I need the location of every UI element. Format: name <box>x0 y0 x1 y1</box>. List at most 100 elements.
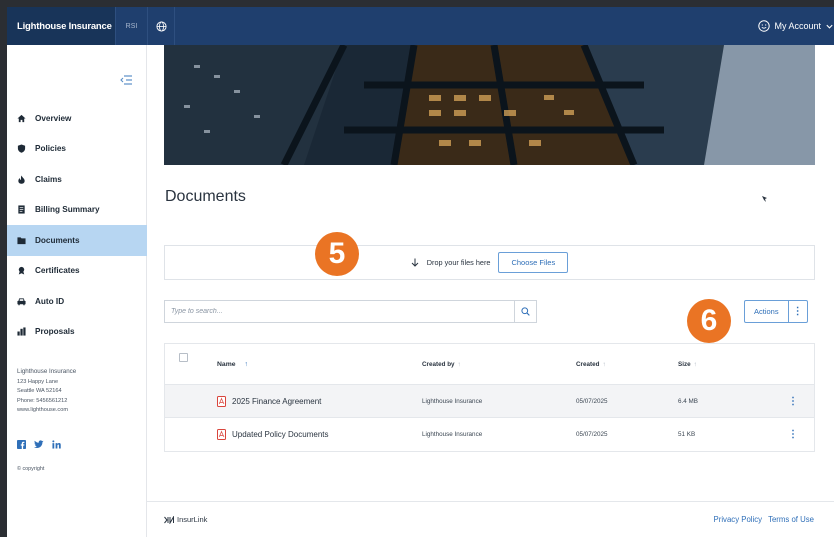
select-all-checkbox[interactable] <box>179 352 188 362</box>
column-label: Size <box>678 360 691 368</box>
cell-created-by: Lighthouse Insurance <box>422 431 483 438</box>
hero-banner-image <box>164 45 815 165</box>
sidebar-item-auto-id[interactable]: Auto ID <box>7 286 147 317</box>
cell-name[interactable]: 2025 Finance Agreement <box>217 395 422 407</box>
search-input[interactable] <box>165 301 514 322</box>
terms-of-use-link[interactable]: Terms of Use <box>768 515 814 524</box>
twitter-icon[interactable] <box>34 440 44 449</box>
chevron-down-icon <box>826 24 833 29</box>
facebook-icon[interactable] <box>17 440 26 449</box>
table-header: Name ↑ Created by ↑ Created ↑ Size ↑ <box>165 344 814 385</box>
arrow-down-icon <box>411 258 419 267</box>
cell-size: 51 KB <box>678 431 696 438</box>
footer-brand-label: InsurLink <box>177 515 208 524</box>
footer-brand[interactable]: InsurLink <box>164 515 207 524</box>
copyright-text: © copyright <box>17 466 45 472</box>
row-check-cell <box>165 418 217 451</box>
sidebar: Overview Policies Claims Billing Summary… <box>7 45 147 537</box>
sort-icon: ↑ <box>693 360 697 368</box>
column-label: Created <box>576 360 600 368</box>
column-label: Created by <box>422 360 455 368</box>
globe-icon[interactable] <box>147 7 175 45</box>
sidebar-item-label: Claims <box>35 174 62 184</box>
row-menu-icon[interactable]: ⋮ <box>778 396 808 407</box>
app-window: Lighthouse Insurance RSI My Account Over… <box>7 7 834 537</box>
dropzone-text: Drop your files here <box>426 258 491 267</box>
column-header-size[interactable]: Size ↑ <box>678 361 778 368</box>
account-menu[interactable]: My Account <box>758 7 834 45</box>
sidebar-item-certificates[interactable]: Certificates <box>7 256 147 287</box>
address-street: 123 Happy Lane <box>17 378 59 385</box>
chart-icon <box>17 327 26 336</box>
cell-size: 6.4 MB <box>678 397 698 405</box>
address-web[interactable]: www.lighthouse.com <box>17 406 76 416</box>
column-header-name[interactable]: Name ↑ <box>217 361 422 368</box>
brand-name[interactable]: Lighthouse Insurance <box>7 7 115 45</box>
more-vertical-icon[interactable]: ⋮ <box>787 301 807 322</box>
sort-asc-icon: ↑ <box>244 360 248 368</box>
document-name: 2025 Finance Agreement <box>232 396 322 406</box>
address-city: Seattle WA 52164 <box>17 388 62 394</box>
home-icon <box>17 114 26 123</box>
select-all-cell <box>165 337 217 377</box>
company-address: Lighthouse Insurance 123 Happy Lane Seat… <box>17 367 76 416</box>
privacy-policy-link[interactable]: Privacy Policy <box>714 515 763 524</box>
cell-created: 05/07/2025 <box>576 397 608 405</box>
sidebar-item-label: Auto ID <box>35 296 65 306</box>
footer-links: Privacy Policy Terms of Use <box>714 515 814 524</box>
social-links <box>17 440 61 449</box>
brand-sub-label: RSI <box>115 7 147 45</box>
footer: InsurLink Privacy Policy Terms of Use <box>147 501 834 537</box>
row-menu-icon[interactable]: ⋮ <box>778 429 808 440</box>
insurlink-logo-icon <box>164 515 174 524</box>
pdf-file-icon <box>217 429 226 440</box>
cell-created-by: Lighthouse Insurance <box>422 397 483 405</box>
column-header-created-by[interactable]: Created by ↑ <box>422 361 576 368</box>
search-bar <box>164 300 537 323</box>
sidebar-item-label: Documents <box>35 235 80 245</box>
table-row[interactable]: 2025 Finance Agreement Lighthouse Insura… <box>165 385 814 418</box>
address-company: Lighthouse Insurance <box>17 368 77 375</box>
pdf-file-icon <box>217 395 226 407</box>
actions-button[interactable]: Actions <box>745 301 788 322</box>
collapse-sidebar-icon[interactable] <box>120 75 132 85</box>
document-name: Updated Policy Documents <box>232 430 329 439</box>
step-badge-6: 6 <box>687 299 731 343</box>
sort-icon: ↑ <box>602 360 606 368</box>
sidebar-item-overview[interactable]: Overview <box>7 103 147 134</box>
row-check-cell <box>165 385 217 417</box>
sidebar-item-label: Policies <box>35 144 66 154</box>
invoice-icon <box>17 205 26 214</box>
file-dropzone[interactable]: Drop your files here Choose Files <box>164 245 815 280</box>
shield-icon <box>17 144 26 153</box>
table-row[interactable]: Updated Policy Documents Lighthouse Insu… <box>165 418 814 451</box>
account-label: My Account <box>774 21 821 31</box>
step-badge-5: 5 <box>315 232 359 276</box>
choose-files-button[interactable]: Choose Files <box>498 252 569 273</box>
sidebar-item-label: Overview <box>35 113 72 123</box>
page-title: Documents <box>165 188 246 205</box>
cell-created: 05/07/2025 <box>576 431 608 438</box>
column-label: Name <box>217 360 236 368</box>
sidebar-nav: Overview Policies Claims Billing Summary… <box>7 103 147 347</box>
sidebar-item-billing-summary[interactable]: Billing Summary <box>7 195 147 226</box>
sidebar-item-policies[interactable]: Policies <box>7 134 147 165</box>
dropzone-text-wrap: Drop your files here <box>411 258 491 267</box>
top-bar: Lighthouse Insurance RSI My Account <box>7 7 834 45</box>
user-face-icon <box>758 20 771 32</box>
search-icon <box>521 307 530 316</box>
search-button[interactable] <box>514 301 536 322</box>
pin-icon <box>762 196 767 202</box>
cell-name[interactable]: Updated Policy Documents <box>217 429 422 440</box>
sidebar-item-label: Billing Summary <box>35 205 100 215</box>
sidebar-item-proposals[interactable]: Proposals <box>7 317 147 348</box>
sidebar-item-label: Proposals <box>35 327 75 337</box>
sort-icon: ↑ <box>457 360 461 368</box>
sidebar-item-claims[interactable]: Claims <box>7 164 147 195</box>
sidebar-item-documents[interactable]: Documents <box>7 225 147 256</box>
sidebar-item-label: Certificates <box>35 266 80 276</box>
actions-button-group: Actions ⋮ <box>744 300 808 323</box>
documents-table: Name ↑ Created by ↑ Created ↑ Size ↑ 2025 Fi… <box>164 343 815 452</box>
column-header-created[interactable]: Created ↑ <box>576 361 678 368</box>
linkedin-icon[interactable] <box>52 440 61 449</box>
